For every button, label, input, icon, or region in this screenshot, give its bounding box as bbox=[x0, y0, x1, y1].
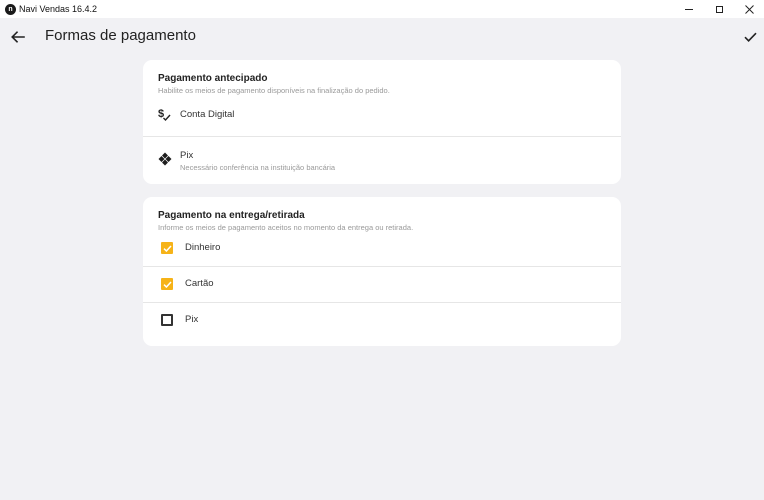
checkmark-icon bbox=[162, 244, 172, 252]
pix-icon bbox=[157, 151, 173, 167]
payment-option-pix[interactable]: Pix bbox=[143, 302, 621, 338]
on-delivery-title: Pagamento na entrega/retirada bbox=[158, 210, 305, 221]
payment-item-conta-digital[interactable]: $ Conta Digital bbox=[143, 94, 621, 136]
checkbox-dinheiro[interactable] bbox=[161, 242, 173, 254]
close-button[interactable] bbox=[734, 0, 764, 18]
payment-option-label: Pix bbox=[185, 314, 199, 325]
payment-item-pix[interactable]: Pix Necessário conferência na instituiçã… bbox=[143, 136, 621, 184]
payment-option-label: Dinheiro bbox=[185, 242, 221, 253]
check-icon bbox=[743, 32, 757, 42]
on-delivery-header: Pagamento na entrega/retirada Informe os… bbox=[143, 197, 621, 232]
checkbox-cartao[interactable] bbox=[161, 278, 173, 290]
arrow-left-icon bbox=[11, 31, 25, 43]
minimize-icon bbox=[685, 8, 693, 10]
on-delivery-card: Pagamento na entrega/retirada Informe os… bbox=[143, 197, 621, 346]
payment-item-label: Pix bbox=[180, 150, 194, 161]
payment-item-sublabel: Necessário conferência na instituição ba… bbox=[180, 163, 336, 172]
prepaid-header: Pagamento antecipado Habilite os meios d… bbox=[143, 60, 621, 95]
dollar-check-icon: $ bbox=[157, 107, 173, 123]
window-titlebar: n Navi Vendas 16.4.2 bbox=[0, 0, 764, 18]
maximize-icon bbox=[715, 5, 723, 13]
checkmark-icon bbox=[162, 280, 172, 288]
app-bar: Formas de pagamento bbox=[0, 18, 764, 56]
prepaid-card: Pagamento antecipado Habilite os meios d… bbox=[143, 60, 621, 184]
maximize-button[interactable] bbox=[704, 0, 734, 18]
payment-option-label: Cartão bbox=[185, 278, 214, 289]
page-title: Formas de pagamento bbox=[45, 27, 196, 44]
window-controls bbox=[674, 0, 764, 18]
checkbox-pix[interactable] bbox=[161, 314, 173, 326]
app-logo-icon: n bbox=[5, 3, 16, 15]
close-icon bbox=[744, 4, 754, 14]
svg-text:$: $ bbox=[158, 108, 164, 120]
window-title: Navi Vendas 16.4.2 bbox=[19, 4, 98, 14]
payment-item-label: Conta Digital bbox=[180, 109, 235, 120]
payment-option-dinheiro[interactable]: Dinheiro bbox=[143, 231, 621, 266]
payment-option-cartao[interactable]: Cartão bbox=[143, 266, 621, 302]
back-button[interactable] bbox=[8, 27, 28, 47]
minimize-button[interactable] bbox=[674, 0, 704, 18]
confirm-button[interactable] bbox=[740, 27, 760, 47]
prepaid-title: Pagamento antecipado bbox=[158, 73, 268, 84]
